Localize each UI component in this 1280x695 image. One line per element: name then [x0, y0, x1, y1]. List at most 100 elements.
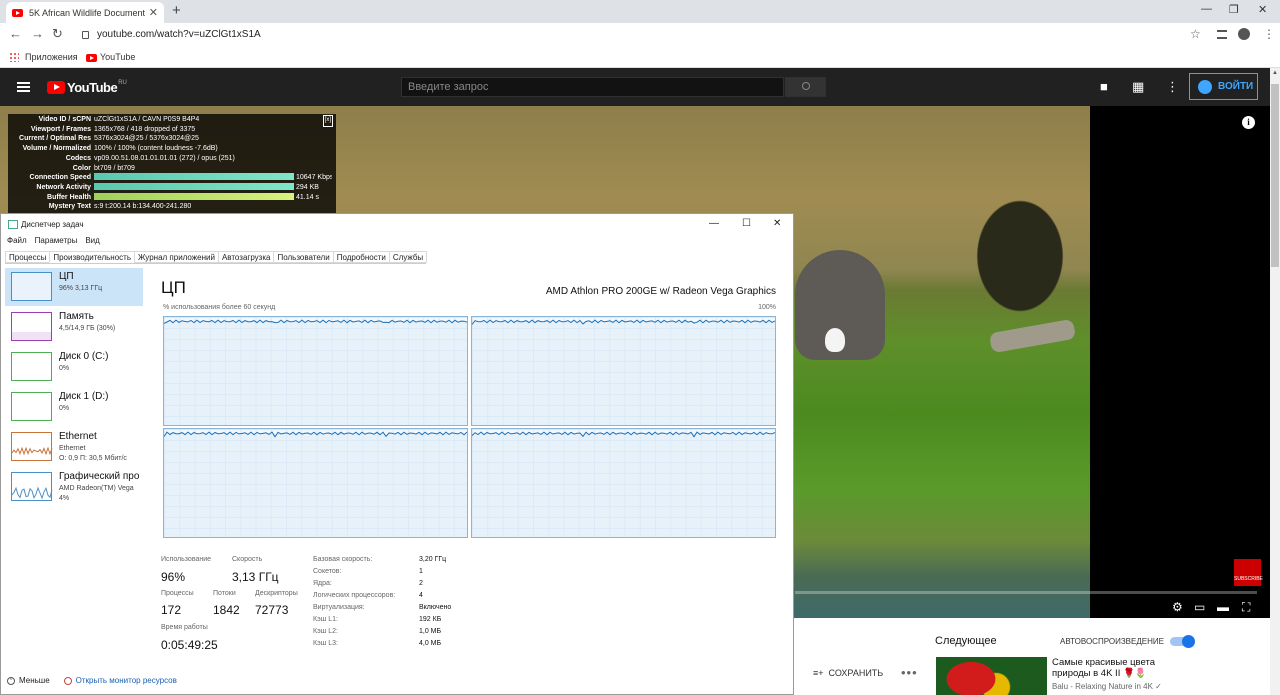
progress-bar[interactable] — [795, 591, 1257, 594]
stats-close-button[interactable]: [x] — [322, 115, 333, 127]
spec-key: Сокетов: — [313, 568, 342, 575]
spec-key: Ядра: — [313, 580, 332, 587]
cpu-details: ЦП AMD Athlon PRO 200GE w/ Radeon Vega G… — [161, 278, 781, 678]
resource-item[interactable]: Графический про AMD Radeon(TM) Vega 4% — [5, 468, 143, 506]
resource-item[interactable]: Диск 1 (D:) 0% — [5, 388, 143, 426]
miniplayer-icon[interactable]: ▭ — [1194, 600, 1205, 614]
resource-name: Ethernet — [59, 431, 97, 442]
tm-menu-item[interactable]: Параметры — [35, 236, 78, 248]
stats-key: Color — [72, 164, 91, 172]
tm-close-button[interactable]: ✕ — [773, 218, 781, 229]
speed-value: 3,13 ГГц — [232, 570, 279, 584]
tm-menu-item[interactable]: Файл — [7, 236, 27, 248]
stats-value: 5376x3024@25 / 5376x3024@25 — [94, 134, 332, 144]
tm-tab[interactable]: Пользователи — [273, 251, 334, 263]
save-button[interactable]: ≡+ СОХРАНИТЬ — [813, 668, 883, 678]
open-resource-monitor-link[interactable]: Открыть монитор ресурсов — [76, 676, 177, 685]
autoplay-toggle[interactable] — [1170, 635, 1195, 648]
sign-in-button[interactable]: ВОЙТИ — [1189, 73, 1258, 100]
spec-key: Логических процессоров: — [313, 592, 396, 599]
resource-detail: Ethernet — [59, 445, 86, 452]
resource-name: Диск 0 (C:) — [59, 351, 109, 362]
tm-maximize-button[interactable]: ☐ — [742, 218, 751, 229]
info-icon[interactable]: i — [1242, 116, 1255, 129]
cpu-model: AMD Athlon PRO 200GE w/ Radeon Vega Grap… — [545, 286, 776, 297]
minimize-window-button[interactable]: — — [1201, 3, 1212, 15]
recommended-video-title[interactable]: Самые красивые цвета природы в 4K II 🌹🌷 — [1052, 657, 1192, 679]
browser-tab[interactable]: 5K African Wildlife Documentary ✕ — [6, 2, 164, 23]
bookmark-star-icon[interactable]: ☆ — [1190, 27, 1201, 41]
tm-tab[interactable]: Процессы — [5, 251, 51, 263]
reading-list-icon[interactable] — [1217, 30, 1227, 39]
resource-mini-graph — [11, 432, 53, 461]
stats-row: Codecs vp09.00.51.08.01.01.01.01 (272) / … — [12, 154, 332, 164]
reload-icon[interactable]: ↻ — [52, 26, 63, 42]
url-text: youtube.com/watch?v=uZClGt1xS1A — [97, 29, 261, 40]
settings-gear-icon[interactable]: ⚙ — [1172, 600, 1183, 614]
browser-menu-icon[interactable]: ⋮ — [1263, 27, 1275, 41]
resource-detail: 0% — [59, 365, 70, 372]
apps-icon[interactable]: ▦ — [1132, 79, 1144, 95]
profile-avatar-icon[interactable] — [1238, 28, 1250, 40]
tm-tab[interactable]: Службы — [388, 251, 428, 263]
tm-tab[interactable]: Подробности — [332, 251, 390, 263]
spec-value: 2 — [419, 580, 423, 587]
youtube-logo[interactable]: YouTube RU — [47, 80, 127, 95]
tab-close-icon[interactable]: ✕ — [149, 6, 158, 19]
spec-key: Виртуализация: — [313, 604, 365, 611]
video-egret-shape — [825, 328, 845, 352]
theater-mode-icon[interactable]: ▬ — [1217, 600, 1229, 614]
create-video-icon[interactable]: ■ — [1100, 79, 1108, 94]
address-bar[interactable]: youtube.com/watch?v=uZClGt1xS1A — [70, 25, 1210, 44]
stats-value-text: vp09.00.51.08.01.01.01.01 (272) / opus (… — [94, 154, 235, 162]
fewer-details-icon: ⌃ — [7, 676, 15, 685]
new-tab-button[interactable]: + — [172, 2, 181, 19]
usage-value: 96% — [161, 570, 186, 584]
stats-value: 10647 Kbps — [94, 173, 332, 183]
close-window-button[interactable]: ✕ — [1258, 3, 1267, 16]
restore-window-button[interactable]: ❐ — [1229, 3, 1239, 16]
browser-tab-strip: 5K African Wildlife Documentary ✕ + — ❐ … — [0, 0, 1280, 23]
scroll-up-arrow-icon[interactable]: ▲ — [1272, 70, 1278, 76]
more-actions-icon[interactable]: ••• — [901, 665, 918, 680]
page-scrollbar-thumb[interactable] — [1271, 84, 1279, 267]
task-manager-titlebar: Диспетчер задач — ☐ ✕ — [1, 214, 793, 236]
tm-tab[interactable]: Автозагрузка — [217, 251, 275, 263]
resource-item[interactable]: ЦП 96% 3,13 ГГц — [5, 268, 143, 306]
processes-value: 172 — [161, 603, 182, 617]
resource-detail: 0% — [59, 405, 70, 412]
stats-key: Codecs — [65, 154, 91, 162]
cpu-title: ЦП — [161, 278, 186, 297]
resource-mini-graph-line — [11, 446, 53, 456]
tm-tab[interactable]: Производительность — [49, 251, 135, 263]
search-input[interactable]: Введите запрос — [401, 77, 784, 97]
threads-label: Потоки — [213, 590, 236, 597]
tm-tab[interactable]: Журнал приложений — [134, 251, 219, 263]
resource-item[interactable]: Ethernet Ethernet О: 0,9 П: 30,5 Мбит/с — [5, 428, 143, 466]
settings-more-icon[interactable]: ⋮ — [1166, 79, 1179, 95]
resource-detail-2: О: 0,9 П: 30,5 Мбит/с — [59, 455, 127, 462]
resource-detail-2: 4% — [59, 495, 70, 502]
stats-value-text: uZClGt1xS1A / CAVN P0S9 B4P4 — [94, 116, 200, 123]
forward-arrow-icon[interactable]: → — [31, 26, 44, 41]
youtube-bookmark-icon — [86, 54, 97, 62]
subscribe-watermark-icon[interactable]: SUBSCRIBE — [1234, 559, 1263, 586]
tm-menu-item[interactable]: Вид — [85, 236, 99, 248]
resource-item[interactable]: Память 4,5/14,9 ГБ (30%) — [5, 308, 143, 346]
bookmark-apps[interactable]: Приложения — [25, 52, 78, 62]
apps-grid-icon[interactable] — [9, 52, 19, 62]
bookmark-youtube[interactable]: YouTube — [100, 52, 135, 62]
recommended-video-thumbnail[interactable] — [936, 657, 1047, 695]
fullscreen-icon[interactable]: ⛶ — [1242, 600, 1250, 615]
youtube-logo-text: YouTube — [67, 80, 118, 95]
save-label: СОХРАНИТЬ — [828, 668, 884, 678]
fewer-details-button[interactable]: Меньше — [19, 676, 50, 685]
hamburger-menu-icon[interactable] — [17, 82, 30, 92]
search-button[interactable] — [785, 77, 826, 97]
back-arrow-icon[interactable]: ← — [9, 26, 22, 41]
tm-minimize-button[interactable]: — — [709, 218, 719, 229]
spec-value: 1,0 МБ — [419, 628, 442, 635]
resource-item[interactable]: Диск 0 (C:) 0% — [5, 348, 143, 386]
cpu-core-graph-1 — [471, 316, 776, 426]
youtube-region-label: RU — [118, 80, 127, 86]
